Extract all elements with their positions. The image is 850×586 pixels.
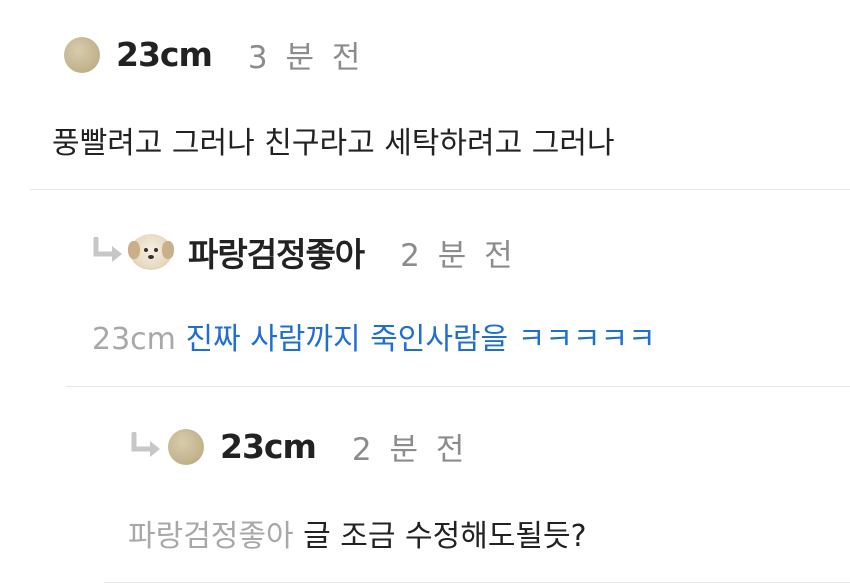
comment-nickname[interactable]: 23cm (220, 427, 317, 466)
puppy-eye (154, 248, 158, 252)
mention-tag[interactable]: 23cm (92, 322, 176, 357)
divider (30, 189, 850, 190)
puppy-ear (128, 241, 140, 259)
divider (66, 386, 850, 387)
reply-arrow-icon (131, 431, 160, 457)
comment-text: 파랑검정좋아 글 조금 수정해도될듯? (128, 511, 587, 555)
comment-time: 2 분 전 (351, 432, 469, 468)
avatar[interactable] (64, 36, 100, 73)
puppy-ear (162, 241, 174, 259)
mention-tag[interactable]: 파랑검정좋아 (128, 519, 294, 554)
divider (104, 582, 850, 583)
comment-time: 3 분 전 (247, 40, 365, 76)
comment-text-body: 글 조금 수정해도될듯? (303, 519, 587, 554)
comment-header: 23cm 2 분 전 (130, 424, 468, 469)
comment-text-body: 진짜 사람까지 죽인사람을 ㅋㅋㅋㅋㅋ (185, 322, 656, 357)
comment-nickname[interactable]: 파랑검정좋아 (188, 228, 365, 276)
comment-header: 23cm 3 분 전 (64, 32, 364, 77)
comment-time: 2 분 전 (400, 237, 517, 274)
reply-arrow-icon (93, 237, 122, 262)
avatar[interactable] (168, 428, 204, 465)
comment-nickname[interactable]: 23cm (116, 35, 213, 74)
puppy-eye (144, 248, 148, 252)
comment-text: 23cm 진짜 사람까지 죽인사람을 ㅋㅋㅋㅋㅋ (92, 314, 656, 358)
puppy-nose (148, 255, 154, 259)
comment-text: 풍빨려고 그러나 친구라고 세탁하려고 그러나 (52, 126, 615, 161)
comment-header: 파랑검정좋아 2 분 전 (92, 228, 517, 276)
avatar[interactable] (128, 234, 174, 270)
